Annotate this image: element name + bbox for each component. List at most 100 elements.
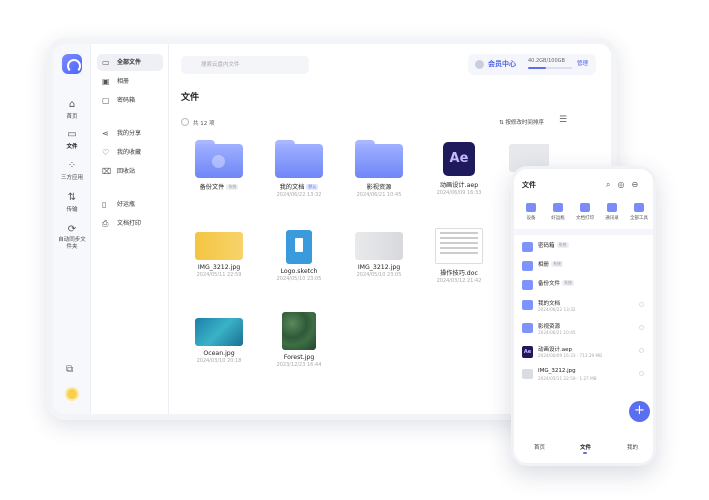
sync-icon: ⟳ [67, 224, 77, 235]
file-tile[interactable]: 影视资源 2024/06/21 10:45 [343, 140, 415, 198]
file-tile[interactable]: 我的文档 默认 2024/06/22 13:32 [263, 140, 335, 198]
file-tile[interactable]: 操作技巧.doc 2024/03/12 21:42 [423, 228, 495, 284]
devices-icon[interactable]: ⧉ [66, 364, 73, 375]
member-center[interactable]: 会员中心 40.2GB/100GB 管理 [468, 54, 596, 75]
trash-icon: ⌧ [102, 167, 112, 176]
add-button[interactable]: + [629, 401, 650, 422]
file-tile[interactable]: 备份文件 系统 [183, 140, 255, 191]
home-icon: ⌂ [68, 99, 76, 110]
quick-print[interactable]: 文档打印 [572, 203, 598, 221]
sidebar-item-trash[interactable]: ⌧ 回收站 [97, 163, 163, 180]
crown-icon [475, 60, 484, 69]
rail-item-apps[interactable]: ⁘ 三方应用 [53, 160, 91, 181]
phone-frame: 文件 ⌕◎⊖ 设备 好运瓶 文档打印 通讯录 全部工具 密码箱 系统 相册 系统 备… [511, 166, 656, 466]
list-view-icon[interactable]: ☰ [559, 115, 567, 125]
quick-contacts[interactable]: 通讯录 [599, 203, 625, 221]
image-icon: ▣ [102, 77, 110, 86]
image-thumbnail [195, 318, 243, 346]
search-input[interactable]: 搜索云盘内文件 [181, 56, 309, 74]
rail-item-transfer[interactable]: ⇅ 传输 [53, 192, 91, 213]
file-tile[interactable]: IMG_3212.jpg 2024/05/11 22:59 [183, 232, 255, 278]
sidebar-item-bottle[interactable]: ▯ 好运瓶 [97, 196, 163, 213]
file-tile[interactable]: Logo.sketch 2024/05/10 23:05 [263, 230, 335, 282]
keynote-icon [286, 230, 312, 264]
image-thumbnail [355, 232, 403, 260]
divider [514, 229, 653, 235]
select-checkbox[interactable] [639, 302, 644, 307]
scan-icon[interactable]: ◎ [617, 180, 631, 189]
sort-button[interactable]: ⇅ 按修改时间排序 [499, 118, 544, 126]
phone-toolbar: ⌕◎⊖ [606, 180, 645, 190]
app-logo [62, 54, 82, 74]
folder-icon [522, 300, 533, 310]
manage-link[interactable]: 管理 [577, 59, 588, 67]
image-thumbnail [522, 369, 533, 379]
left-rail: ⌂ 首页 ▭ 文件 ⁘ 三方应用 ⇅ 传输 ⟳ 自动同步文件夹 ⧉ [53, 44, 91, 414]
folder-icon [275, 140, 323, 178]
list-item[interactable]: 相册 系统 [522, 258, 648, 276]
sidebar-item-all-files[interactable]: ▭ 全部文件 [97, 54, 163, 71]
select-checkbox[interactable] [639, 348, 644, 353]
rail-item-home[interactable]: ⌂ 首页 [53, 99, 91, 120]
document-thumbnail [435, 228, 483, 264]
phone-screen: 文件 ⌕◎⊖ 设备 好运瓶 文档打印 通讯录 全部工具 密码箱 系统 相册 系统 备… [514, 169, 653, 463]
shield-icon [212, 155, 225, 168]
file-tile[interactable]: Ae 动画设计.aep 2024/06/09 16:33 [423, 142, 495, 196]
image-thumbnail [195, 232, 243, 260]
sidebar: ▭ 全部文件 ▣ 相册 ▢ 密码箱 ⋖ 我的分享 ♡ 我的收藏 ⌧ 回收站 ▯ 好运瓶 ⎙ 文档… [91, 44, 169, 414]
printer-icon [580, 203, 590, 212]
folder-icon [522, 323, 533, 333]
tab-files[interactable]: 文件 [580, 443, 591, 454]
quota-bar [528, 67, 572, 69]
select-checkbox[interactable] [639, 371, 644, 376]
more-icon[interactable]: ⊖ [631, 180, 645, 189]
phone-title: 文件 [522, 181, 536, 189]
folder-icon [195, 140, 243, 178]
transfer-icon: ⇅ [67, 192, 77, 203]
sidebar-item-vault[interactable]: ▢ 密码箱 [97, 92, 163, 109]
quick-tools[interactable]: 全部工具 [626, 203, 652, 221]
list-item[interactable]: 备份文件 系统 [522, 277, 648, 295]
contacts-icon [607, 203, 617, 212]
rail-item-sync[interactable]: ⟳ 自动同步文件夹 [53, 224, 91, 251]
file-tile[interactable]: Ocean.jpg 2024/03/10 20:18 [183, 318, 255, 364]
device-icon [526, 203, 536, 212]
quick-device[interactable]: 设备 [518, 203, 544, 221]
select-checkbox[interactable] [639, 325, 644, 330]
file-tile[interactable]: Forest.jpg 2023/12/23 16:44 [263, 312, 335, 368]
sidebar-item-favorites[interactable]: ♡ 我的收藏 [97, 144, 163, 161]
printer-icon: ⎙ [102, 219, 109, 228]
tab-home[interactable]: 首页 [534, 443, 545, 451]
folder-icon [522, 242, 533, 252]
sidebar-item-album[interactable]: ▣ 相册 [97, 73, 163, 90]
file-tile[interactable]: IMG_3212.jpg 2024/05/10 23:05 [343, 232, 415, 278]
apps-icon: ⁘ [67, 160, 77, 171]
bottle-icon: ▯ [102, 200, 107, 209]
list-item[interactable]: 密码箱 系统 [522, 239, 648, 257]
list-item[interactable]: Ae 动画设计.aep 2024/06/09 16:33 · 713.29 MB [522, 343, 648, 361]
sidebar-item-share[interactable]: ⋖ 我的分享 [97, 125, 163, 142]
lock-icon: ▢ [102, 96, 110, 105]
heart-icon: ♡ [102, 148, 110, 157]
after-effects-icon: Ae [522, 346, 533, 358]
folder-icon: ▭ [102, 58, 110, 67]
rail-item-files[interactable]: ▭ 文件 [53, 126, 91, 152]
list-item[interactable]: 我的文档 2024/06/22 13:32 [522, 297, 648, 315]
tools-icon [634, 203, 644, 212]
share-icon: ⋖ [102, 129, 109, 138]
avatar[interactable] [65, 387, 79, 401]
tab-me[interactable]: 我的 [627, 443, 638, 451]
list-item[interactable]: IMG_3212.jpg 2024/05/11 22:59 · 1.27 MB [522, 366, 648, 384]
after-effects-icon: Ae [443, 142, 475, 176]
sidebar-item-print[interactable]: ⎙ 文档打印 [97, 215, 163, 232]
folder-icon [355, 140, 403, 178]
search-icon[interactable]: ⌕ [606, 180, 617, 189]
list-item[interactable]: 影视资源 2024/06/21 10:45 [522, 320, 648, 338]
quick-bottle[interactable]: 好运瓶 [545, 203, 571, 221]
select-all-count[interactable]: 共 12 项 [181, 118, 215, 127]
quota-text: 40.2GB/100GB [528, 58, 565, 64]
image-thumbnail [282, 312, 316, 350]
folder-icon: ▭ [67, 129, 77, 140]
folder-icon [522, 261, 533, 271]
bottle-icon [553, 203, 563, 212]
